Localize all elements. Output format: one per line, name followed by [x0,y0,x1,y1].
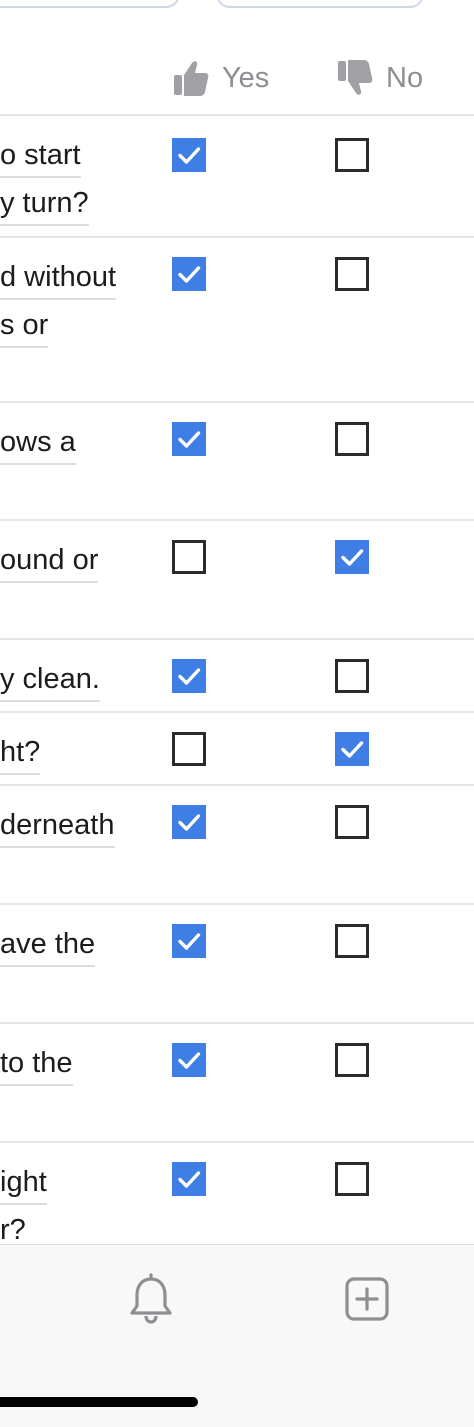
question-line: ound or [0,539,99,583]
question-row: ave the [0,903,474,1022]
yes-checkbox[interactable] [172,257,206,291]
no-checkbox[interactable] [335,1162,369,1196]
question-text: ound or [0,539,99,587]
question-line: to the [0,1042,73,1086]
question-line: y clean. [0,658,100,702]
question-text: ave the [0,923,96,971]
question-line: derneath [0,804,115,848]
question-text: y clean. [0,658,100,706]
question-text: d without s or [0,256,117,352]
question-line: ows a [0,421,76,465]
segment-pill-right[interactable] [216,0,424,8]
bell-icon[interactable] [127,1273,175,1325]
no-checkbox[interactable] [335,540,369,574]
question-text: to the [0,1042,73,1090]
checkmark-icon [178,933,201,950]
question-row: y clean. [0,638,474,711]
yes-label: Yes [222,61,270,94]
question-row: ht? [0,711,474,784]
question-row: derneath [0,784,474,903]
yes-checkbox[interactable] [172,138,206,172]
yes-checkbox[interactable] [172,540,206,574]
question-row: o start y turn? [0,114,474,236]
yes-checkbox[interactable] [172,1043,206,1077]
no-checkbox[interactable] [335,257,369,291]
yes-checkbox[interactable] [172,805,206,839]
yes-checkbox[interactable] [172,732,206,766]
question-text: ight r? [0,1161,47,1257]
yes-checkbox[interactable] [172,924,206,958]
question-line: y turn? [0,182,89,226]
question-row: ight r? [0,1141,474,1253]
checkmark-icon [178,814,201,831]
checkmark-icon [178,266,201,283]
home-indicator [0,1397,198,1407]
yes-checkbox[interactable] [172,422,206,456]
question-line: ht? [0,731,41,775]
question-text: o start y turn? [0,134,89,230]
yes-column-header: Yes [172,57,269,99]
question-text: ht? [0,731,41,779]
question-line: ight [0,1161,47,1205]
question-line: d without [0,256,117,300]
question-row: ound or [0,519,474,638]
checkmark-icon [178,1171,201,1188]
thumbs-down-icon [338,60,373,95]
column-header: Yes No [0,45,474,113]
checkmark-icon [178,668,201,685]
question-line: ave the [0,923,96,967]
checkmark-icon [341,549,364,566]
question-row: d without s or [0,236,474,401]
question-text: derneath [0,804,115,852]
checkmark-icon [178,147,201,164]
no-column-header: No [336,57,423,99]
no-checkbox[interactable] [335,805,369,839]
top-segment-controls [0,0,474,10]
thumbs-up-icon [174,61,209,96]
no-label: No [386,61,424,94]
question-text: ows a [0,421,76,469]
checkmark-icon [178,1052,201,1069]
no-checkbox[interactable] [335,138,369,172]
question-row: to the [0,1022,474,1141]
no-checkbox[interactable] [335,1043,369,1077]
question-row: ows a [0,401,474,519]
tab-bar [0,1244,474,1427]
no-checkbox[interactable] [335,924,369,958]
no-checkbox[interactable] [335,732,369,766]
yes-checkbox[interactable] [172,659,206,693]
question-line: s or [0,304,49,348]
add-square-icon[interactable] [343,1273,391,1325]
no-checkbox[interactable] [335,422,369,456]
no-checkbox[interactable] [335,659,369,693]
yes-checkbox[interactable] [172,1162,206,1196]
checkmark-icon [341,741,364,758]
checkmark-icon [178,431,201,448]
segment-pill-left[interactable] [0,0,180,8]
question-list: o start y turn? d without s or ows a ound or y… [0,114,474,1253]
question-line: o start [0,134,81,178]
